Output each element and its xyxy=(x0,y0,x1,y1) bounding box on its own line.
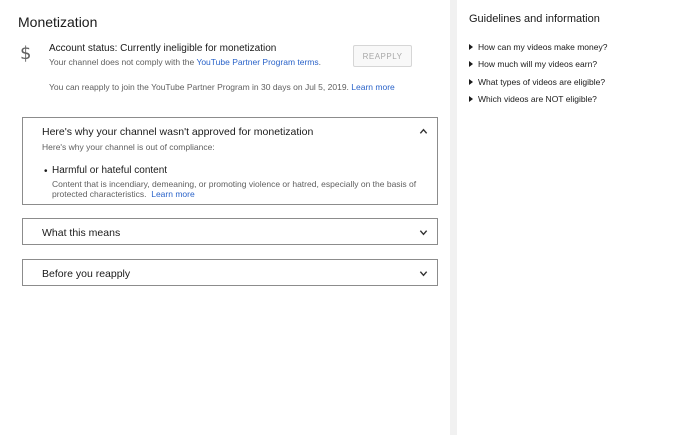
status-sub-text: Your channel does not comply with the xyxy=(49,57,197,67)
accordion-what-this-means[interactable]: What this means xyxy=(22,218,438,245)
reason-learn-more-link[interactable]: Learn more xyxy=(151,189,194,199)
guidelines-list: How can my videos make money? How much w… xyxy=(469,38,607,108)
guideline-item-label: How can my videos make money? xyxy=(478,41,608,52)
reason-desc-line2-wrap: protected characteristics. Learn more xyxy=(52,189,422,199)
reason-description: Content that is incendiary, demeaning, o… xyxy=(52,179,422,199)
dollar-icon: $ xyxy=(20,43,32,64)
accordion-not-approved[interactable]: Here's why your channel wasn't approved … xyxy=(22,117,438,205)
page-title: Monetization xyxy=(18,14,98,30)
triangle-right-icon xyxy=(469,96,473,103)
chevron-up-icon[interactable] xyxy=(419,127,428,136)
account-status-title: Account status: Currently ineligible for… xyxy=(49,43,277,54)
reapply-button[interactable]: REAPPLY xyxy=(353,45,412,67)
monetization-panel: Monetization $ Account status: Currently… xyxy=(0,0,450,435)
reason-desc-line1: Content that is incendiary, demeaning, o… xyxy=(52,179,417,189)
reason-desc-line2: protected characteristics. xyxy=(52,189,147,199)
guideline-item-not-eligible[interactable]: Which videos are NOT eligible? xyxy=(469,91,607,109)
guideline-item-label: How much will my videos earn? xyxy=(478,59,598,70)
accordion-title: Here's why your channel wasn't approved … xyxy=(42,126,314,138)
accordion-title: Before you reapply xyxy=(42,268,131,280)
accordion-subtitle: Here's why your channel is out of compli… xyxy=(42,142,215,152)
triangle-right-icon xyxy=(469,43,473,50)
guidelines-title: Guidelines and information xyxy=(469,13,600,25)
guideline-item-earnings[interactable]: How much will my videos earn? xyxy=(469,56,607,74)
chevron-down-icon[interactable] xyxy=(419,269,428,278)
triangle-right-icon xyxy=(469,61,473,68)
account-status-subtitle: Your channel does not comply with the Yo… xyxy=(49,57,321,67)
guideline-item-label: Which videos are NOT eligible? xyxy=(478,94,597,105)
triangle-right-icon xyxy=(469,78,473,85)
reapply-learn-more-link[interactable]: Learn more xyxy=(351,82,394,92)
accordion-title: What this means xyxy=(42,227,121,239)
status-sub-suffix: . xyxy=(318,57,322,67)
guideline-item-eligible[interactable]: What types of videos are eligible? xyxy=(469,73,607,91)
accordion-before-you-reapply[interactable]: Before you reapply xyxy=(22,259,438,286)
partner-program-terms-link[interactable]: YouTube Partner Program terms xyxy=(196,57,318,67)
guidelines-panel: Guidelines and information How can my vi… xyxy=(457,0,680,435)
bullet-dot: • xyxy=(44,166,48,177)
reapply-note: You can reapply to join the YouTube Part… xyxy=(49,82,395,92)
guideline-item-label: What types of videos are eligible? xyxy=(478,76,606,87)
reason-title: Harmful or hateful content xyxy=(52,165,168,176)
reapply-note-text: You can reapply to join the YouTube Part… xyxy=(49,82,349,92)
guideline-item-make-money[interactable]: How can my videos make money? xyxy=(469,38,607,56)
chevron-down-icon[interactable] xyxy=(419,228,428,237)
